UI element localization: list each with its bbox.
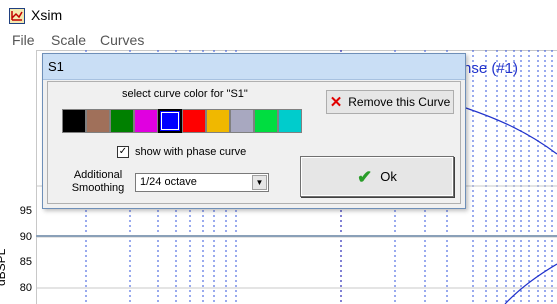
checkmark-icon: ✔ <box>357 166 373 187</box>
smoothing-label: Additional Smoothing <box>68 169 128 195</box>
color-swatch-magenta[interactable] <box>134 109 158 133</box>
phase-curve-option: ✓ show with phase curve <box>117 144 246 160</box>
color-swatch-orange[interactable] <box>206 109 230 133</box>
ytick-label: 90 <box>19 231 32 243</box>
plot-title: nse (#1) <box>463 60 519 77</box>
phase-curve-checkbox[interactable]: ✓ <box>117 146 129 158</box>
remove-curve-button[interactable]: ✕ Remove this Curve <box>326 90 454 114</box>
smoothing-select[interactable]: 1/24 octave ▼ <box>135 173 269 192</box>
smoothing-select-value: 1/24 octave <box>140 176 197 188</box>
color-swatch-lime[interactable] <box>254 109 278 133</box>
dialog-title: S1 <box>48 59 64 74</box>
dialog-body: select curve color for "S1" ✕ Remove thi… <box>47 81 461 204</box>
dialog-titlebar[interactable]: S1 <box>43 54 465 80</box>
remove-curve-label: Remove this Curve <box>348 95 451 109</box>
menu-file[interactable]: File <box>12 32 35 48</box>
smoothing-label-line1: Additional <box>73 169 123 181</box>
ytick-label: 80 <box>19 282 32 294</box>
color-swatch-brown[interactable] <box>86 109 110 133</box>
response-curve-lower <box>504 263 557 304</box>
color-swatch-gray[interactable] <box>230 109 254 133</box>
color-swatch-red[interactable] <box>182 109 206 133</box>
remove-x-icon: ✕ <box>329 93 343 111</box>
response-curve <box>465 107 557 155</box>
window-titlebar: Xsim <box>0 0 557 30</box>
ytick-label: 95 <box>19 205 32 217</box>
color-swatch-green[interactable] <box>110 109 134 133</box>
ok-button[interactable]: ✔ Ok <box>300 156 454 197</box>
window-title: Xsim <box>31 7 63 23</box>
menu-bar: File Scale Curves <box>0 30 557 50</box>
color-prompt-label: select curve color for "S1" <box>122 88 248 100</box>
checkmark-icon: ✓ <box>118 146 128 157</box>
ok-button-label: Ok <box>380 169 397 184</box>
menu-curves[interactable]: Curves <box>100 32 144 48</box>
smoothing-label-line2: Smoothing <box>71 182 125 194</box>
dropdown-arrow-icon[interactable]: ▼ <box>252 175 267 190</box>
xsim-app-icon <box>9 8 25 24</box>
menu-scale[interactable]: Scale <box>51 32 86 48</box>
color-swatch-cyan[interactable] <box>278 109 302 133</box>
color-swatch-blue[interactable] <box>158 109 182 133</box>
y-axis-label: dBSPL <box>0 248 8 286</box>
phase-curve-label: show with phase curve <box>135 146 247 158</box>
ytick-label: 85 <box>19 256 32 268</box>
curve-dialog: S1 select curve color for "S1" ✕ Remove … <box>42 53 466 209</box>
color-swatch-black[interactable] <box>62 109 86 133</box>
